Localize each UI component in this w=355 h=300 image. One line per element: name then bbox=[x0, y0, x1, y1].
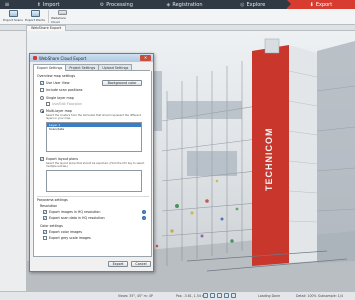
import-icon: ⬆ bbox=[36, 1, 41, 8]
webshare-export-dialog: WebShare Cloud Export ✕ Export Settings … bbox=[29, 53, 154, 272]
dialog-close-button[interactable]: ✕ bbox=[140, 55, 151, 61]
export-settings-panel: Overview map settings ✓ Use User View Bac… bbox=[33, 71, 152, 257]
view-tool-icon[interactable] bbox=[231, 293, 236, 298]
include-scan-positions-checkbox[interactable]: Include scan positions bbox=[40, 88, 83, 92]
radio-off bbox=[40, 96, 44, 100]
export-icon: ⬇ bbox=[309, 1, 314, 8]
radio-on bbox=[40, 109, 44, 113]
export-grey-scale-checkbox[interactable]: Export grey scale images bbox=[43, 236, 91, 240]
divider bbox=[37, 196, 149, 197]
checkbox-unchecked bbox=[40, 88, 44, 92]
export-scans-icon bbox=[8, 10, 18, 17]
view-tool-icon[interactable] bbox=[224, 293, 229, 298]
status-subsample: Subsample: 1/4 bbox=[318, 294, 343, 298]
use-user-view-checkbox[interactable]: ✓ Use User View bbox=[40, 81, 70, 85]
info-icon[interactable]: i bbox=[142, 210, 146, 214]
dialog-title-bar: WebShare Cloud Export ✕ bbox=[30, 54, 153, 62]
ribbon: Export Scans Export Points Webshare Clou… bbox=[0, 9, 355, 25]
status-view: Views: 35°, 45° m: 4P bbox=[118, 294, 153, 298]
dialog-app-icon bbox=[33, 56, 37, 60]
export-scans-button[interactable]: Export Scans bbox=[2, 9, 24, 24]
export-images-hq-checkbox[interactable]: ✓ Export images in HQ resolution bbox=[43, 210, 100, 214]
export-layout-plans-checkbox[interactable]: ✓ Export layout plans bbox=[40, 157, 78, 161]
multi-layer-map-radio[interactable]: Multi-layer map bbox=[40, 109, 72, 113]
export-scan-data-hq-checkbox[interactable]: ✓ Export scan data in HQ resolution bbox=[43, 216, 105, 220]
multi-layer-hint: Select the clusters from the list below … bbox=[46, 114, 141, 121]
tab-explore[interactable]: ◎ Explore bbox=[218, 0, 287, 9]
explore-icon: ◎ bbox=[240, 1, 245, 8]
view-tool-icon[interactable] bbox=[210, 293, 215, 298]
tab-export-settings[interactable]: Export Settings bbox=[33, 64, 67, 71]
list-item[interactable]: Scan/data bbox=[47, 127, 141, 131]
color-header: Color settings bbox=[40, 224, 63, 228]
checkbox-checked: ✓ bbox=[43, 209, 47, 214]
export-points-icon bbox=[30, 10, 40, 17]
status-bar: Views: 35°, 45° m: 4P Pos: -3.61, 1.54 m… bbox=[0, 291, 355, 300]
status-tools bbox=[203, 293, 236, 298]
webshare-cloud-icon bbox=[57, 10, 67, 15]
export-button[interactable]: Export bbox=[108, 261, 128, 267]
checkbox-checked: ✓ bbox=[43, 229, 47, 234]
use-floor-plan-checkbox[interactable]: Use/Edit Floorplan bbox=[46, 102, 82, 106]
layout-plans-list[interactable] bbox=[46, 170, 142, 192]
status-loading: Loading Done bbox=[258, 294, 280, 298]
export-color-images-checkbox[interactable]: ✓ Export color images bbox=[43, 230, 82, 234]
background-color-button[interactable]: Background color bbox=[102, 80, 142, 86]
view-tool-icon[interactable] bbox=[217, 293, 222, 298]
tab-export[interactable]: ⬇ Export bbox=[286, 0, 355, 9]
dialog-tabs: Export Settings Project Settings Upload … bbox=[33, 64, 150, 71]
building-lettering: TECHNICOM bbox=[264, 128, 274, 192]
registration-icon: ◈ bbox=[166, 1, 171, 8]
tab-registration[interactable]: ◈ Registration bbox=[150, 0, 218, 9]
tab-import[interactable]: ⬆ Import bbox=[14, 0, 82, 9]
resolution-header: Resolution bbox=[40, 204, 58, 208]
checkbox-checked: ✓ bbox=[43, 215, 47, 220]
overview-header: Overview map settings bbox=[37, 74, 76, 78]
export-points-button[interactable]: Export Points bbox=[24, 9, 46, 24]
status-detail: Detail: 100% bbox=[296, 294, 317, 298]
tab-upload-settings[interactable]: Upload Settings bbox=[98, 64, 133, 70]
app-menu-icon[interactable]: ≡ bbox=[0, 0, 14, 9]
structure-panel bbox=[0, 31, 27, 291]
single-layer-map-radio[interactable]: Single layer map bbox=[40, 96, 74, 100]
webshare-cloud-button[interactable]: Webshare Cloud bbox=[51, 9, 73, 24]
layout-plans-hint: Select the layout plans that should be e… bbox=[46, 162, 145, 169]
panorama-header: Panorama settings bbox=[37, 198, 68, 202]
status-position: Pos: -3.61, 1.54 m bbox=[176, 294, 205, 298]
checkbox-checked: ✓ bbox=[40, 80, 44, 85]
ribbon-separator bbox=[48, 10, 49, 23]
view-tool-icon[interactable] bbox=[203, 293, 208, 298]
processing-icon: ⚙ bbox=[99, 1, 105, 8]
info-icon[interactable]: i bbox=[142, 216, 146, 220]
checkbox-unchecked bbox=[43, 236, 47, 240]
main-tab-bar: ≡ ⬆ Import ⚙ Processing ◈ Registration ◎ Exp… bbox=[0, 0, 355, 9]
layer-list[interactable]: Layer 1 Scan/data bbox=[46, 122, 142, 152]
checkbox-checked: ✓ bbox=[40, 156, 44, 161]
tab-project-settings[interactable]: Project Settings bbox=[65, 64, 100, 70]
tab-processing[interactable]: ⚙ Processing bbox=[82, 0, 150, 9]
cancel-button[interactable]: Cancel bbox=[131, 261, 151, 267]
checkbox-unchecked bbox=[46, 102, 50, 106]
